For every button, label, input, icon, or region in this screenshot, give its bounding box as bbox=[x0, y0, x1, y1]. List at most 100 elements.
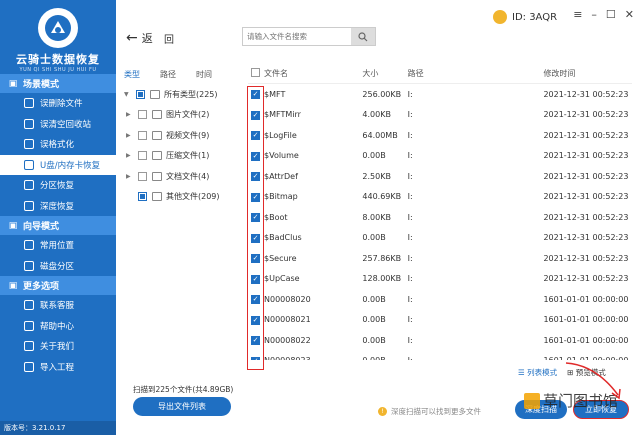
col-modified[interactable]: 修改时间 bbox=[543, 68, 632, 79]
user-info[interactable]: ID: 3AQR bbox=[493, 10, 557, 24]
nav-item-icon bbox=[24, 240, 34, 251]
table-row[interactable]: $MFTMirr 4.00KB I: 2021-12-31 00:52:23 bbox=[248, 105, 632, 126]
tree-checkbox[interactable] bbox=[138, 130, 147, 140]
sidebar-item[interactable]: 常用位置 bbox=[0, 235, 116, 256]
cell-path: I: bbox=[407, 171, 413, 181]
search-input[interactable] bbox=[243, 28, 351, 45]
search-icon bbox=[358, 31, 368, 41]
table-row[interactable]: N00008022 0.00B I: 1601-01-01 00:00:00 bbox=[248, 330, 632, 351]
expand-icon[interactable]: ▶ bbox=[126, 111, 134, 118]
tree-checkbox[interactable] bbox=[138, 110, 147, 120]
cell-modified: 2021-12-31 00:52:23 bbox=[543, 130, 629, 140]
main-panel: ← 返 回 ID: 3AQR ≡ – ☐ ✕ 类型 路径 时间 ▼所有类型(22… bbox=[116, 0, 640, 435]
row-checkbox[interactable] bbox=[251, 90, 260, 100]
table-row[interactable]: N00008021 0.00B I: 1601-01-01 00:00:00 bbox=[248, 310, 632, 331]
row-checkbox[interactable] bbox=[251, 274, 260, 284]
expand-icon[interactable]: ▼ bbox=[124, 91, 132, 98]
tree-checkbox[interactable] bbox=[138, 171, 147, 181]
cell-modified: 2021-12-31 00:52:23 bbox=[543, 274, 629, 284]
sidebar-item[interactable]: 磁盘分区 bbox=[0, 256, 116, 277]
sidebar-item[interactable]: 误清空回收站 bbox=[0, 114, 116, 135]
list-mode-button[interactable]: ☰ 列表模式 bbox=[518, 367, 557, 378]
export-list-button[interactable]: 导出文件列表 bbox=[133, 397, 231, 416]
home-button[interactable]: 回 bbox=[164, 31, 174, 46]
table-row[interactable]: $Secure 257.86KB I: 2021-12-31 00:52:23 bbox=[248, 248, 632, 269]
tree-item[interactable]: ▶ 视频文件(9) bbox=[124, 125, 254, 146]
sidebar-item[interactable]: 联系客服 bbox=[0, 295, 116, 316]
cell-name: N00008023 bbox=[262, 356, 362, 360]
row-checkbox[interactable] bbox=[251, 254, 260, 264]
row-checkbox[interactable] bbox=[251, 356, 260, 360]
table-row[interactable]: $Boot 8.00KB I: 2021-12-31 00:52:23 bbox=[248, 207, 632, 228]
tree-item[interactable]: ▶ 压缩文件(1) bbox=[124, 146, 254, 167]
row-checkbox[interactable] bbox=[251, 295, 260, 305]
back-label: 返 bbox=[141, 32, 153, 45]
tree-item[interactable]: ▶ 文档文件(4) bbox=[124, 166, 254, 187]
sidebar-item[interactable]: 深度恢复 bbox=[0, 196, 116, 217]
cell-name: $AttrDef bbox=[264, 171, 298, 181]
select-all-checkbox[interactable] bbox=[251, 68, 260, 77]
tab-path[interactable]: 路径 bbox=[160, 69, 176, 80]
cell-modified: 1601-01-01 00:00:00 bbox=[543, 356, 632, 360]
expand-icon[interactable]: ▶ bbox=[126, 132, 134, 139]
row-checkbox[interactable] bbox=[251, 192, 260, 202]
cell-modified: 2021-12-31 00:52:23 bbox=[543, 89, 629, 99]
row-checkbox[interactable] bbox=[251, 336, 260, 346]
table-row[interactable]: N00008020 0.00B I: 1601-01-01 00:00:00 bbox=[248, 289, 632, 310]
table-row[interactable]: $LogFile 64.00MB I: 2021-12-31 00:52:23 bbox=[248, 125, 632, 146]
row-checkbox[interactable] bbox=[251, 213, 260, 223]
minimize-icon[interactable]: – bbox=[591, 8, 597, 21]
cell-size: 0.00B bbox=[362, 315, 386, 325]
expand-icon[interactable]: ▶ bbox=[126, 173, 134, 180]
tree-checkbox[interactable] bbox=[136, 89, 145, 99]
tab-time[interactable]: 时间 bbox=[196, 69, 212, 80]
table-row[interactable]: N000080230.00BI:1601-01-01 00:00:00 bbox=[248, 351, 632, 360]
table-row[interactable]: $AttrDef 2.50KB I: 2021-12-31 00:52:23 bbox=[248, 166, 632, 187]
row-checkbox[interactable] bbox=[251, 110, 260, 120]
table-row[interactable]: $UpCase 128.00KB I: 2021-12-31 00:52:23 bbox=[248, 269, 632, 290]
tree-checkbox[interactable] bbox=[138, 151, 147, 161]
row-checkbox[interactable] bbox=[251, 172, 260, 182]
sidebar-item[interactable]: 导入工程 bbox=[0, 357, 116, 378]
cell-modified: 1601-01-01 00:00:00 bbox=[543, 315, 629, 325]
table-row[interactable]: $MFT 256.00KB I: 2021-12-31 00:52:23 bbox=[248, 84, 632, 105]
sidebar-item[interactable]: U盘/内存卡恢复 bbox=[0, 154, 116, 175]
tree-item[interactable]: ▼ 所有类型(225) bbox=[124, 84, 254, 105]
cell-modified: 1601-01-01 00:00:00 bbox=[543, 335, 629, 345]
col-name[interactable]: 文件名 bbox=[262, 68, 362, 79]
sidebar-item[interactable]: 分区恢复 bbox=[0, 175, 116, 196]
expand-icon[interactable]: ▶ bbox=[126, 152, 134, 159]
scan-summary: 扫描到225个文件(共4.89GB) bbox=[133, 385, 234, 394]
deep-scan-tip: ! 深度扫描可以找到更多文件 bbox=[378, 406, 481, 417]
archive-icon bbox=[152, 151, 162, 161]
row-checkbox[interactable] bbox=[251, 151, 260, 161]
section-icon: ▣ bbox=[8, 78, 18, 89]
back-button[interactable]: ← 返 bbox=[126, 30, 153, 46]
col-size[interactable]: 大小 bbox=[362, 68, 407, 79]
col-path[interactable]: 路径 bbox=[408, 68, 544, 79]
table-row[interactable]: $Bitmap 440.69KB I: 2021-12-31 00:52:23 bbox=[248, 187, 632, 208]
menu-icon[interactable]: ≡ bbox=[573, 8, 582, 21]
sidebar-item[interactable]: 关于我们 bbox=[0, 336, 116, 357]
file-table: 文件名 大小 路径 修改时间 $MFT 256.00KB I: 2021-12-31 … bbox=[248, 64, 632, 360]
preview-mode-button[interactable]: ⊞ 预览模式 bbox=[567, 367, 606, 378]
table-row[interactable]: $Volume 0.00B I: 2021-12-31 00:52:23 bbox=[248, 146, 632, 167]
row-checkbox[interactable] bbox=[251, 315, 260, 325]
tree-item[interactable]: 其他文件(209) bbox=[124, 187, 254, 208]
cell-path: I: bbox=[407, 253, 413, 263]
sidebar-section-header: ▣ 向导模式 bbox=[0, 216, 116, 235]
close-icon[interactable]: ✕ bbox=[625, 8, 634, 21]
table-row[interactable]: $BadClus 0.00B I: 2021-12-31 00:52:23 bbox=[248, 228, 632, 249]
row-checkbox[interactable] bbox=[251, 131, 260, 141]
search-button[interactable] bbox=[351, 28, 375, 45]
row-checkbox[interactable] bbox=[251, 233, 260, 243]
sidebar-item[interactable]: 误格式化 bbox=[0, 134, 116, 155]
sidebar-item[interactable]: 帮助中心 bbox=[0, 316, 116, 337]
tree-item[interactable]: ▶ 图片文件(2) bbox=[124, 105, 254, 126]
tab-type[interactable]: 类型 bbox=[124, 69, 140, 80]
cell-name: $Volume bbox=[264, 151, 299, 161]
nav-item-icon bbox=[24, 341, 34, 352]
sidebar-item[interactable]: 误删除文件 bbox=[0, 93, 116, 114]
tree-checkbox[interactable] bbox=[138, 192, 147, 202]
maximize-icon[interactable]: ☐ bbox=[606, 8, 616, 21]
